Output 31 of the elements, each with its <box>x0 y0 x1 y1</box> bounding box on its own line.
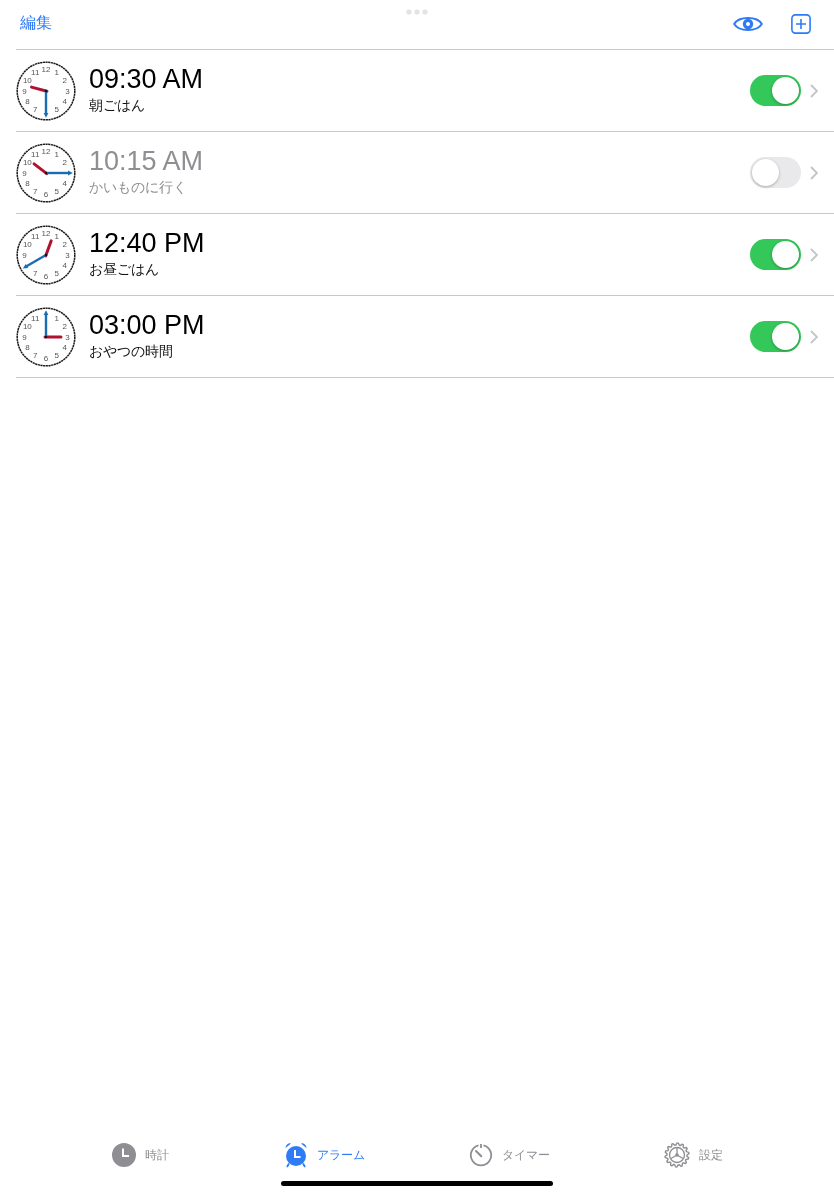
tab-item[interactable]: 設定 <box>664 1142 724 1168</box>
alarm-time: 03:00 PM <box>89 310 205 341</box>
alarm-label: かいものに行く <box>89 178 187 197</box>
plus-icon[interactable] <box>791 13 811 34</box>
analog-clock-icon: 11 12 1 10 2 9 3 4 7 6 5 <box>16 224 76 285</box>
alarm-label: おやつの時間 <box>89 342 173 361</box>
chevron-right-icon[interactable] <box>810 165 818 180</box>
chevron-right-icon[interactable] <box>810 83 818 98</box>
analog-clock-icon: 11 1 10 2 9 3 8 4 7 6 5 <box>16 306 76 367</box>
alarm-label: 朝ごはん <box>89 96 145 115</box>
tab-item[interactable]: 時計 <box>111 1143 169 1167</box>
settings-icon <box>664 1142 691 1168</box>
timer-icon <box>468 1143 493 1167</box>
alarm-time: 09:30 AM <box>89 64 204 95</box>
tab-item[interactable]: アラーム <box>284 1142 366 1168</box>
chevron-right-icon[interactable] <box>810 247 818 262</box>
edit-button[interactable]: 編集 <box>20 13 52 34</box>
analog-clock-icon: 11 12 1 10 2 9 3 8 4 7 5 <box>16 60 76 121</box>
tab-item[interactable]: タイマー <box>468 1143 550 1167</box>
toggle-switch[interactable] <box>750 157 801 188</box>
toggle-switch[interactable] <box>750 75 801 106</box>
multitasking-dots-icon[interactable] <box>406 9 428 15</box>
alarm-label: お昼ごはん <box>89 260 159 279</box>
alarm-time: 12:40 PM <box>89 228 205 259</box>
toggle-switch[interactable] <box>750 239 801 270</box>
toggle-switch[interactable] <box>750 321 801 352</box>
alarm-clock-icon <box>284 1142 309 1168</box>
analog-clock-icon: 11 12 1 10 2 9 8 4 7 6 5 <box>16 142 76 203</box>
alarm-time: 10:15 AM <box>89 146 204 177</box>
chevron-right-icon[interactable] <box>810 329 818 344</box>
clock-icon <box>111 1143 136 1167</box>
